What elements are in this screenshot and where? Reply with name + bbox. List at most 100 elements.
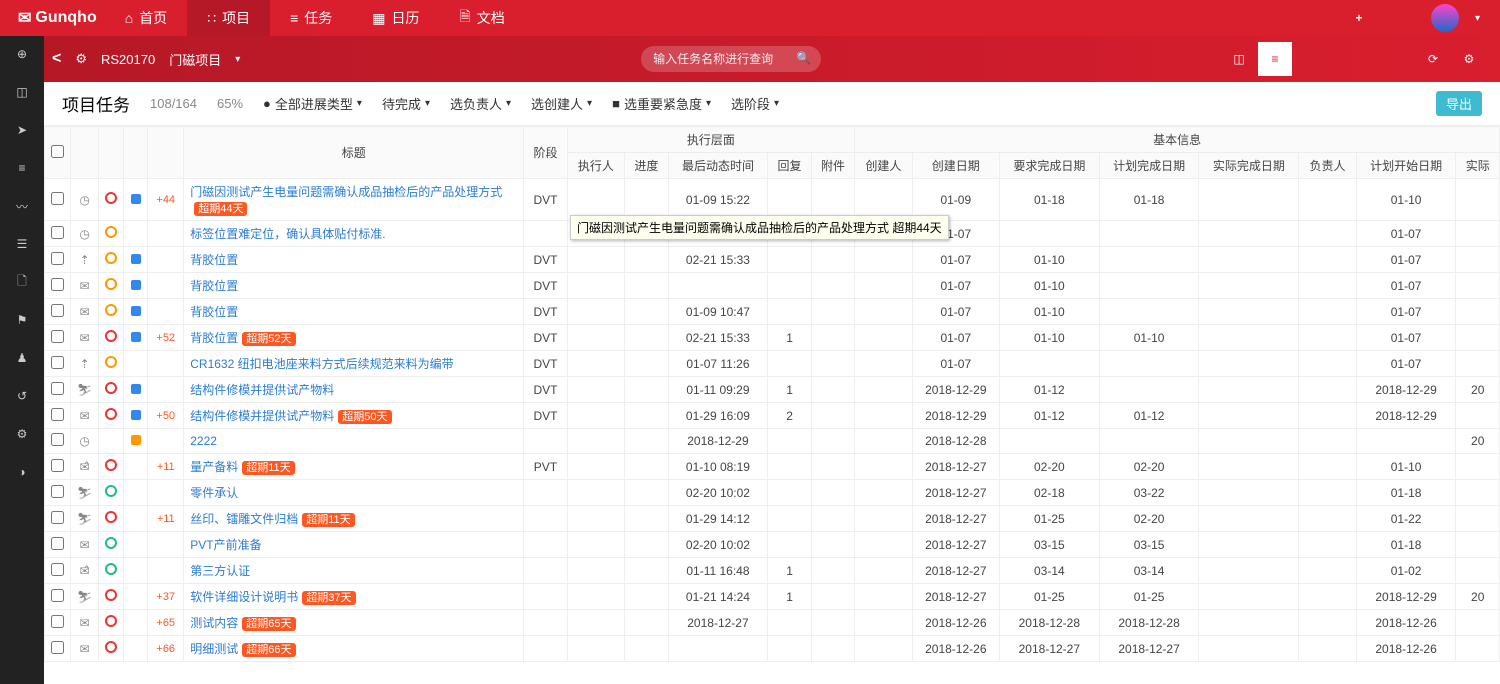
table-row[interactable]: ✉+66明细测试超期66天2018-12-262018-12-272018-12… xyxy=(45,636,1500,662)
sidebar-doc-icon[interactable]: ☰ xyxy=(12,234,32,254)
task-title-cell[interactable]: 背胶位置 xyxy=(184,273,524,299)
task-title-cell[interactable]: 零件承认 xyxy=(184,480,524,506)
task-title-cell[interactable]: 2222 xyxy=(184,429,524,454)
table-row[interactable]: ✉+65测试内容超期65天2018-12-272018-12-262018-12… xyxy=(45,610,1500,636)
table-row[interactable]: ◷22222018-12-292018-12-2820 xyxy=(45,429,1500,454)
brand-logo[interactable]: ✉ Gunqho xyxy=(10,8,105,28)
table-row[interactable]: ⇡CR1632 纽扣电池座来料方式后续规范来料为编带DVT01-07 11:26… xyxy=(45,351,1500,377)
table-row[interactable]: ✉̂第三方认证01-11 16:4812018-12-2703-1403-140… xyxy=(45,558,1500,584)
row-checkbox[interactable] xyxy=(51,563,64,576)
row-checkbox[interactable] xyxy=(51,408,64,421)
table-row[interactable]: ⛷+37软件详细设计说明书超期37天01-21 14:2412018-12-27… xyxy=(45,584,1500,610)
sidebar-board-icon[interactable]: ◫ xyxy=(12,82,32,102)
table-row[interactable]: ✉+52背胶位置超期52天DVT02-21 15:33101-0701-1001… xyxy=(45,325,1500,351)
plan-cell xyxy=(1099,247,1199,273)
table-row[interactable]: ✉+50结构件修模并提供试产物料超期50天DVT01-29 16:0922018… xyxy=(45,403,1500,429)
due-cell: 03-15 xyxy=(999,532,1099,558)
task-title-cell[interactable]: 背胶位置 xyxy=(184,299,524,325)
topnav-item-1[interactable]: ∷项目 xyxy=(187,0,270,36)
table-row[interactable]: ⛷零件承认02-20 10:022018-12-2702-1803-2201-1… xyxy=(45,480,1500,506)
due-cell: 01-10 xyxy=(999,247,1099,273)
topbar: ✉ Gunqho ⌂首页∷项目≡任务▦日历🗎文档 + ▾ xyxy=(0,0,1500,36)
sidebar-settings-icon[interactable]: ⚙ xyxy=(12,424,32,444)
settings-button[interactable]: ⚙ xyxy=(1452,42,1486,76)
back-button[interactable]: < xyxy=(52,50,61,68)
view-list-button[interactable]: ≡ xyxy=(1258,42,1292,76)
pstart-cell: 01-07 xyxy=(1356,273,1456,299)
row-checkbox[interactable] xyxy=(51,252,64,265)
task-search-input[interactable] xyxy=(641,46,821,72)
task-title-cell[interactable]: 结构件修模并提供试产物料 xyxy=(184,377,524,403)
row-checkbox[interactable] xyxy=(51,459,64,472)
filter-creator[interactable]: 选创建人 ▾ xyxy=(531,94,592,113)
topnav-item-3[interactable]: ▦日历 xyxy=(352,0,439,36)
table-row[interactable]: ✉̂+11量产备料超期11天PVT01-10 08:192018-12-2702… xyxy=(45,454,1500,480)
nav-label: 首页 xyxy=(139,8,167,28)
sidebar-chart-icon[interactable]: 〰 xyxy=(12,196,32,216)
gear-icon[interactable]: ⚙ xyxy=(75,51,87,67)
table-row[interactable]: ✉PVT产前准备02-20 10:022018-12-2703-1503-150… xyxy=(45,532,1500,558)
topnav-item-2[interactable]: ≡任务 xyxy=(270,0,352,36)
filter-stage[interactable]: 选阶段 ▾ xyxy=(731,94,779,113)
sidebar-file-icon[interactable]: 🗋 xyxy=(12,272,32,292)
sidebar-send-icon[interactable]: ➤ xyxy=(12,120,32,140)
table-row[interactable]: ⛷结构件修模并提供试产物料DVT01-11 09:2912018-12-2901… xyxy=(45,377,1500,403)
filter-owner[interactable]: 选负责人 ▾ xyxy=(450,94,511,113)
task-title-cell[interactable]: 背胶位置 xyxy=(184,247,524,273)
row-checkbox[interactable] xyxy=(51,356,64,369)
sidebar-flag-icon[interactable]: ⚑ xyxy=(12,310,32,330)
row-checkbox[interactable] xyxy=(51,192,64,205)
brand-text: Gunqho xyxy=(35,9,96,27)
row-checkbox[interactable] xyxy=(51,278,64,291)
task-title-cell[interactable]: 量产备料超期11天 xyxy=(184,454,524,480)
task-title-cell[interactable]: 软件详细设计说明书超期37天 xyxy=(184,584,524,610)
table-row[interactable]: ✉背胶位置DVT01-09 10:4701-0701-1001-07 xyxy=(45,299,1500,325)
filter-progress-type[interactable]: ● 全部进展类型 ▾ xyxy=(263,94,362,113)
stage-cell: DVT xyxy=(524,325,567,351)
refresh-button[interactable]: ⟳ xyxy=(1416,42,1450,76)
table-row[interactable]: ⇡背胶位置DVT02-21 15:3301-0701-1001-07 xyxy=(45,247,1500,273)
view-board-button[interactable]: ◫ xyxy=(1222,42,1256,76)
row-checkbox[interactable] xyxy=(51,511,64,524)
row-checkbox[interactable] xyxy=(51,382,64,395)
sidebar-user-icon[interactable]: ♟ xyxy=(12,348,32,368)
project-dropdown-caret[interactable]: ▾ xyxy=(235,54,240,65)
sidebar-add-icon[interactable]: ⊕ xyxy=(12,44,32,64)
sidebar-more-icon[interactable]: ◑ xyxy=(12,462,32,482)
project-name[interactable]: 门磁项目 xyxy=(169,50,221,69)
task-title-cell[interactable]: 第三方认证 xyxy=(184,558,524,584)
task-title-cell[interactable]: 结构件修模并提供试产物料超期50天 xyxy=(184,403,524,429)
task-title-cell[interactable]: 门磁因测试产生电量问题需确认成品抽检后的产品处理方式超期44天 xyxy=(184,179,524,221)
row-checkbox[interactable] xyxy=(51,485,64,498)
sidebar-list-icon[interactable]: ≡ xyxy=(12,158,32,178)
row-checkbox[interactable] xyxy=(51,304,64,317)
row-checkbox[interactable] xyxy=(51,589,64,602)
user-menu-caret[interactable]: ▾ xyxy=(1475,13,1480,24)
task-title-cell[interactable]: PVT产前准备 xyxy=(184,532,524,558)
search-icon[interactable]: 🔍 xyxy=(796,51,811,65)
task-title-cell[interactable]: 丝印、镭雕文件归档超期11天 xyxy=(184,506,524,532)
avatar[interactable] xyxy=(1431,4,1459,32)
row-checkbox[interactable] xyxy=(51,433,64,446)
row-checkbox[interactable] xyxy=(51,330,64,343)
task-title-cell[interactable]: 背胶位置超期52天 xyxy=(184,325,524,351)
task-count: 108/164 xyxy=(150,96,197,111)
task-title-cell[interactable]: CR1632 纽扣电池座来料方式后续规范来料为编带 xyxy=(184,351,524,377)
topnav-item-0[interactable]: ⌂首页 xyxy=(105,0,187,36)
task-title-cell[interactable]: 明细测试超期66天 xyxy=(184,636,524,662)
sidebar-history-icon[interactable]: ↺ xyxy=(12,386,32,406)
topnav-item-4[interactable]: 🗎文档 xyxy=(440,0,525,36)
export-button[interactable]: 导出 xyxy=(1436,91,1482,116)
row-checkbox[interactable] xyxy=(51,537,64,550)
filter-priority[interactable]: ■ 选重要紧急度 ▾ xyxy=(612,94,711,113)
add-button[interactable]: + xyxy=(1348,7,1370,29)
filter-status[interactable]: 待完成 ▾ xyxy=(382,94,430,113)
task-title-cell[interactable]: 标签位置难定位，确认具体贴付标准. xyxy=(184,221,524,247)
table-row[interactable]: ⛷+11丝印、镭雕文件归档超期11天01-29 14:122018-12-270… xyxy=(45,506,1500,532)
row-checkbox[interactable] xyxy=(51,615,64,628)
table-row[interactable]: ✉背胶位置DVT01-0701-1001-07 xyxy=(45,273,1500,299)
row-checkbox[interactable] xyxy=(51,226,64,239)
task-title-cell[interactable]: 测试内容超期65天 xyxy=(184,610,524,636)
select-all-checkbox[interactable] xyxy=(51,145,64,158)
row-checkbox[interactable] xyxy=(51,641,64,654)
